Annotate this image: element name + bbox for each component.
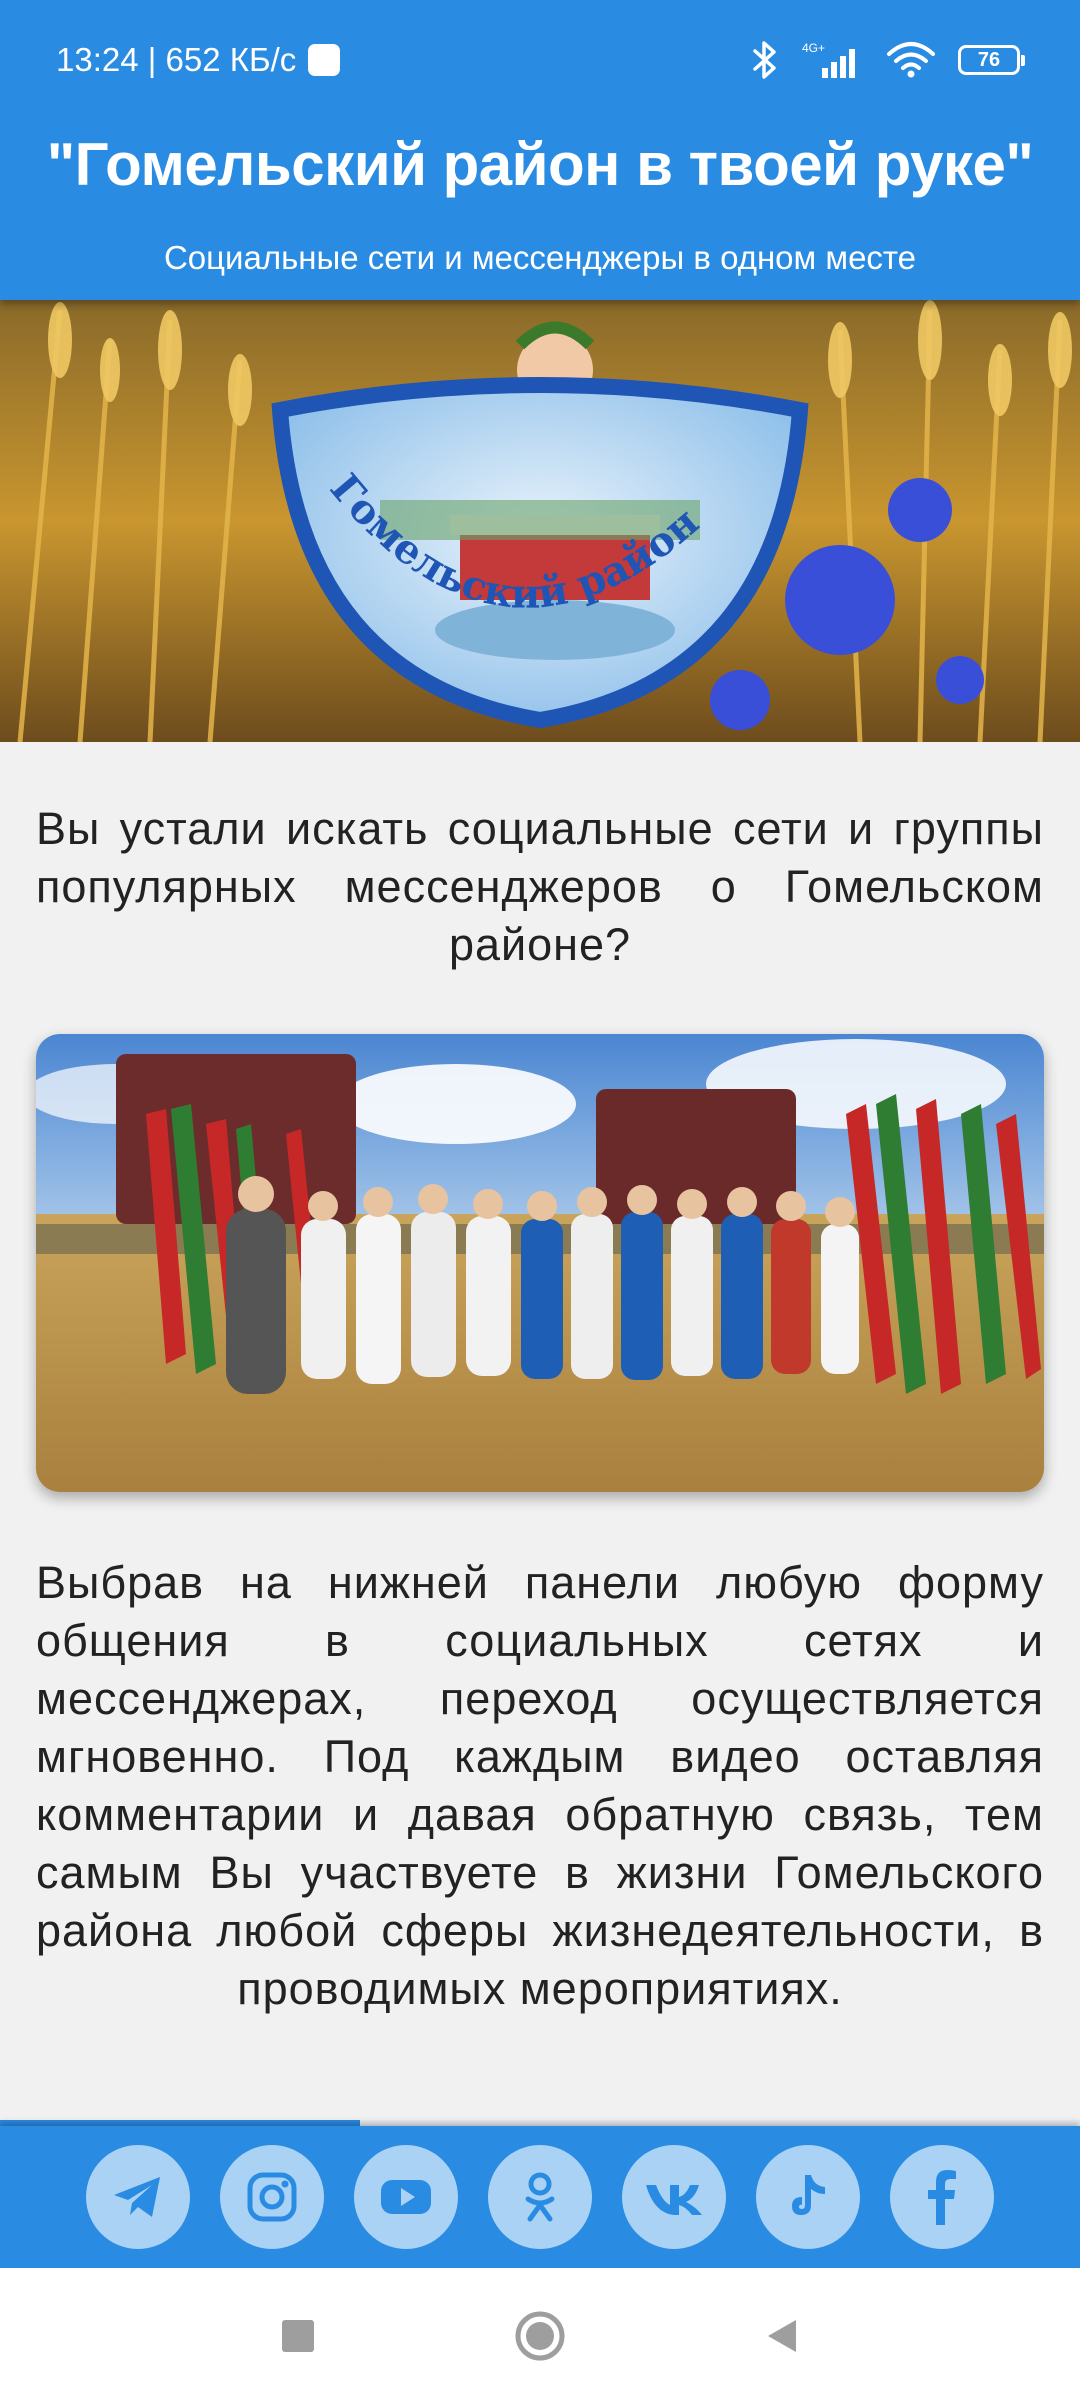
group-photo xyxy=(36,1034,1044,1492)
vk-icon xyxy=(646,2185,702,2215)
back-button[interactable] xyxy=(756,2310,808,2362)
status-left: 13:24 | 652 КБ/с xyxy=(56,38,341,82)
tiktok-icon xyxy=(792,2175,825,2215)
system-nav-bar xyxy=(0,2268,1080,2400)
instagram-icon xyxy=(247,2172,297,2222)
signal-icon: 4G+ xyxy=(802,41,855,78)
facebook-button[interactable] xyxy=(890,2145,994,2249)
status-time-speed: 13:24 | 652 КБ/с xyxy=(56,41,297,78)
telegram-button[interactable] xyxy=(86,2145,190,2249)
page-subtitle: Социальные сети и мессенджеры в одном ме… xyxy=(163,239,917,276)
battery-icon: 76 xyxy=(958,45,1025,75)
odnoklassniki-icon xyxy=(525,2172,555,2222)
recents-icon xyxy=(282,2320,314,2352)
bluetooth-icon xyxy=(753,41,776,79)
youtube-icon xyxy=(381,2180,431,2214)
app-header: 13:24 | 652 КБ/с 4G+ 76 "Гомельский райо… xyxy=(0,0,1080,300)
wifi-icon xyxy=(887,42,935,78)
body-text: Выбрав на нижней панели любую форму обще… xyxy=(36,1557,1044,2014)
group-photo-illustration xyxy=(36,1034,1044,1492)
youtube-button[interactable] xyxy=(354,2145,458,2249)
status-right: 4G+ 76 xyxy=(752,36,1025,84)
status-bar: 13:24 | 652 КБ/с 4G+ 76 xyxy=(0,0,1080,120)
notification-icon xyxy=(308,44,341,76)
hero-banner: Гомельский район xyxy=(0,300,1080,742)
back-icon xyxy=(768,2320,796,2352)
tiktok-button[interactable] xyxy=(756,2145,860,2249)
home-icon xyxy=(515,2311,565,2361)
network-type: 4G+ xyxy=(802,41,825,55)
facebook-icon xyxy=(928,2170,956,2225)
intro-text: Вы устали искать социальные сети и групп… xyxy=(36,803,1044,970)
page-title: "Гомельский район в твоей руке" xyxy=(46,131,1034,198)
telegram-icon xyxy=(114,2177,160,2217)
odnoklassniki-button[interactable] xyxy=(488,2145,592,2249)
vk-button[interactable] xyxy=(622,2145,726,2249)
instagram-button[interactable] xyxy=(220,2145,324,2249)
recents-button[interactable] xyxy=(272,2310,324,2362)
hero-illustration: Гомельский район xyxy=(0,300,1080,742)
battery-level: 76 xyxy=(977,48,1001,71)
home-button[interactable] xyxy=(514,2310,566,2362)
social-bar xyxy=(0,2126,1080,2268)
